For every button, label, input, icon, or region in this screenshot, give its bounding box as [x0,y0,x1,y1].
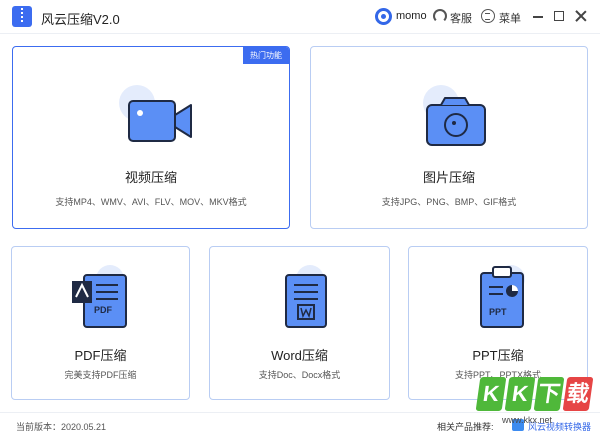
app-title: 风云压缩V2.0 [41,12,120,27]
support-button[interactable]: 客服 [450,10,472,26]
app-logo-icon [12,6,32,27]
ppt-clipboard-icon [480,265,525,328]
ppt-card-title: PPT压缩 [472,348,524,363]
word-compress-card[interactable]: Word压缩 支持Doc、Docx格式 [209,246,390,400]
title-bar: 风云压缩V2.0 momo 客服 菜单 [0,0,600,34]
watermark-letter-3: 下 [533,377,565,411]
image-card-title: 图片压缩 [422,170,475,185]
pdf-card-desc: 完美支持PDF压缩 [64,370,137,380]
watermark-letter-2: K [504,377,536,411]
minimize-icon[interactable] [533,16,543,18]
close-icon[interactable] [574,9,588,23]
kkx-watermark: K K 下 载 www.kkx.net [475,377,598,427]
video-camera-icon [119,85,192,142]
pdf-card-title: PDF压缩 [74,348,127,363]
user-avatar-icon[interactable] [375,8,392,25]
video-compress-card[interactable]: 热门功能 视频压缩 支持MP4、WMV、AVI、FLV、MOV、MKV格式 [12,46,290,229]
pdf-icon-label: PDF [94,305,112,315]
headset-icon[interactable] [433,9,447,23]
camera-icon [423,85,486,146]
hot-feature-badge: 热门功能 [243,47,289,64]
watermark-letter-1: K [475,377,507,411]
watermark-letter-4: 载 [562,377,594,411]
video-card-desc: 支持MP4、WMV、AVI、FLV、MOV、MKV格式 [55,197,247,207]
maximize-icon[interactable] [554,11,564,21]
word-card-title: Word压缩 [271,348,328,363]
menu-icon[interactable] [481,9,495,23]
version-label: 当前版本：2020.05.21 [16,422,107,432]
watermark-url: www.kkx.net [502,415,553,425]
pdf-compress-card[interactable]: PDF PDF压缩 完美支持PDF压缩 [11,246,190,400]
username-label[interactable]: momo [396,10,427,22]
ppt-icon-label: PPT [489,307,507,317]
word-card-desc: 支持Doc、Docx格式 [258,370,341,380]
menu-button[interactable]: 菜单 [499,10,521,26]
image-compress-card[interactable]: 图片压缩 支持JPG、PNG、BMP、GIF格式 [310,46,588,229]
image-card-desc: 支持JPG、PNG、BMP、GIF格式 [381,197,517,207]
pdf-document-icon [72,265,127,328]
video-card-title: 视频压缩 [124,170,177,185]
word-document-icon [285,265,327,328]
